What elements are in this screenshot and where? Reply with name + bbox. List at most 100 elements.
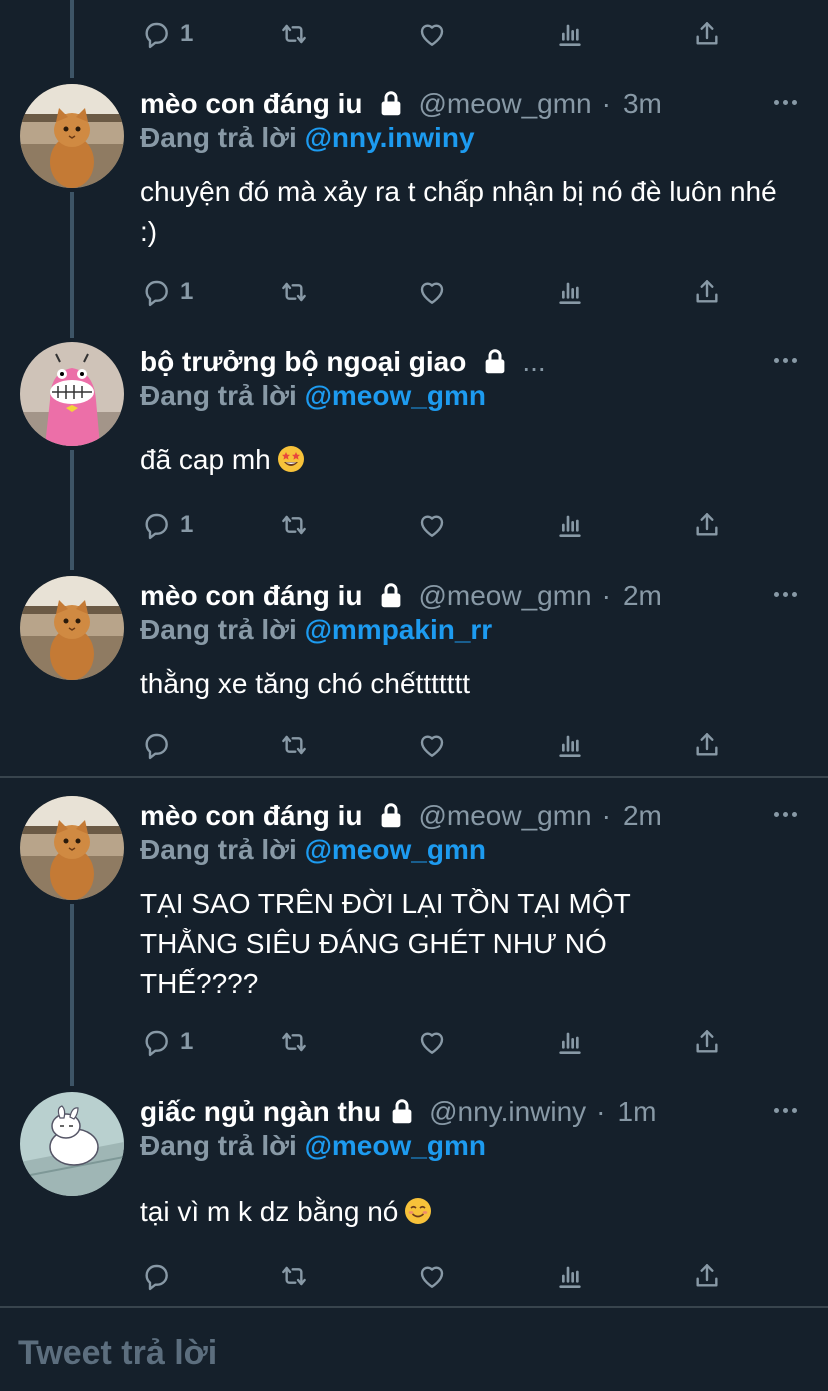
more-icon[interactable] (774, 580, 798, 610)
replying-to: Đang trả lời @mmpakin_rr (140, 614, 493, 645)
analytics-icon (554, 729, 586, 761)
tweet-header: mèo con đáng iu @meow_gmn · 2m (140, 794, 798, 838)
avatar[interactable] (20, 796, 124, 900)
timestamp[interactable]: 3m (623, 88, 662, 120)
like-icon (416, 276, 448, 308)
mention-link[interactable]: @meow_gmn (305, 1130, 486, 1161)
retweet-icon (278, 276, 310, 308)
separator-dot: · (601, 800, 611, 831)
tweet-actions: 1 (140, 272, 740, 312)
user-handle[interactable]: @meow_gmn (418, 580, 591, 612)
mention-link[interactable]: @mmpakin_rr (305, 614, 493, 645)
reply-button[interactable]: 1 (140, 505, 193, 545)
tweet-actions: 1 (140, 505, 740, 545)
display-name[interactable]: mèo con đáng iu (140, 88, 362, 120)
analytics-button[interactable] (554, 272, 586, 312)
share-button[interactable] (691, 14, 723, 54)
timestamp[interactable]: 2m (623, 580, 662, 612)
share-button[interactable] (691, 1022, 723, 1062)
mention-link[interactable]: @meow_gmn (305, 834, 486, 865)
tweet-text: TẠI SAO TRÊN ĐỜI LẠI TỒN TẠI MỘT THẰNG S… (140, 888, 631, 999)
reply-button[interactable]: 1 (140, 1022, 193, 1062)
reply-button[interactable]: 1 (140, 14, 193, 54)
tweet-actions (140, 1256, 740, 1296)
replying-to: Đang trả lời @meow_gmn (140, 380, 486, 411)
more-icon[interactable] (774, 800, 798, 830)
divider (0, 1306, 828, 1308)
analytics-button[interactable] (554, 505, 586, 545)
lock-icon (376, 89, 406, 119)
retweet-button[interactable] (278, 725, 310, 765)
like-button[interactable] (416, 14, 448, 54)
more-icon[interactable] (774, 88, 798, 118)
reply-icon (140, 276, 172, 308)
thread-line (70, 904, 74, 1086)
star-struck-emoji (277, 445, 305, 473)
analytics-icon (554, 509, 586, 541)
like-icon (416, 1026, 448, 1058)
timestamp[interactable]: 1m (618, 1096, 657, 1128)
tweet-text: đã cap mh (140, 440, 800, 480)
avatar[interactable] (20, 342, 124, 446)
reply-icon (140, 18, 172, 50)
user-handle[interactable]: @meow_gmn (418, 88, 591, 120)
analytics-button[interactable] (554, 1256, 586, 1296)
more-icon[interactable] (774, 346, 798, 376)
more-icon[interactable] (774, 1096, 798, 1126)
share-button[interactable] (691, 272, 723, 312)
like-button[interactable] (416, 1022, 448, 1062)
thread-line (70, 0, 74, 78)
like-button[interactable] (416, 725, 448, 765)
display-name[interactable]: giấc ngủ ngàn thu (140, 1096, 381, 1128)
share-icon (691, 276, 723, 308)
user-handle[interactable]: @meow_gmn (418, 800, 591, 832)
reply-icon (140, 1026, 172, 1058)
avatar[interactable] (20, 1092, 124, 1196)
reply-button[interactable] (140, 1256, 180, 1296)
analytics-button[interactable] (554, 725, 586, 765)
reply-count: 1 (180, 1028, 194, 1055)
analytics-button[interactable] (554, 14, 586, 54)
display-name[interactable]: bộ trưởng bộ ngoại giao (140, 346, 466, 378)
separator-dot: · (601, 580, 611, 611)
tweet-text: tại vì m k dz bằng nó (140, 1192, 800, 1232)
reply-button[interactable]: 1 (140, 272, 193, 312)
like-button[interactable] (416, 1256, 448, 1296)
analytics-icon (554, 1260, 586, 1292)
reply-composer-input[interactable]: Tweet trả lời (18, 1334, 217, 1373)
timestamp[interactable]: 2m (623, 800, 662, 832)
retweet-button[interactable] (278, 272, 310, 312)
tweet-text: chuyện đó mà xảy ra t chấp nhận bị nó đè… (140, 176, 777, 247)
retweet-button[interactable] (278, 505, 310, 545)
retweet-button[interactable] (278, 1256, 310, 1296)
analytics-button[interactable] (554, 1022, 586, 1062)
retweet-button[interactable] (278, 14, 310, 54)
avatar[interactable] (20, 576, 124, 680)
display-name[interactable]: mèo con đáng iu (140, 580, 362, 612)
truncated-ellipsis: ... (522, 346, 546, 377)
display-name[interactable]: mèo con đáng iu (140, 800, 362, 832)
reply-button[interactable] (140, 725, 180, 765)
mention-link[interactable]: @nny.inwiny (305, 122, 475, 153)
tweet-header: giấc ngủ ngàn thu @nny.inwiny · 1m (140, 1090, 798, 1134)
retweet-button[interactable] (278, 1022, 310, 1062)
retweet-icon (278, 18, 310, 50)
like-button[interactable] (416, 272, 448, 312)
like-icon (416, 1260, 448, 1292)
avatar[interactable] (20, 84, 124, 188)
share-button[interactable] (691, 725, 723, 765)
lock-icon (387, 1097, 417, 1127)
mention-link[interactable]: @meow_gmn (305, 380, 486, 411)
user-handle[interactable]: @nny.inwiny (429, 1096, 586, 1128)
share-button[interactable] (691, 505, 723, 545)
share-icon (691, 1260, 723, 1292)
share-icon (691, 1026, 723, 1058)
divider (0, 776, 828, 778)
share-button[interactable] (691, 1256, 723, 1296)
tweet-header: mèo con đáng iu @meow_gmn · 2m (140, 574, 798, 618)
tweet-actions: 1 (140, 1022, 740, 1062)
tweet-text-body: tại vì m k dz bằng nó (140, 1196, 399, 1227)
like-button[interactable] (416, 505, 448, 545)
analytics-icon (554, 1026, 586, 1058)
share-icon (691, 509, 723, 541)
